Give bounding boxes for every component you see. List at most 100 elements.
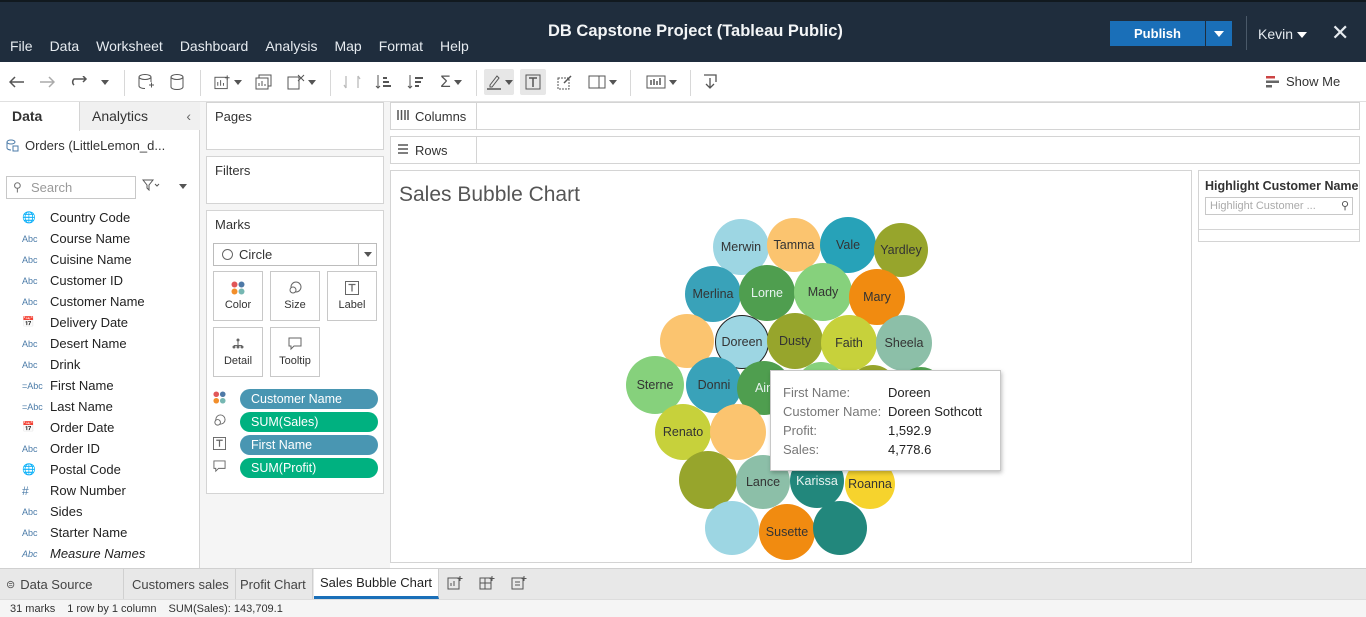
menu-help[interactable]: Help: [440, 38, 469, 54]
bubble-mark[interactable]: Dusty: [767, 313, 823, 369]
rows-shelf[interactable]: Rows: [390, 136, 1360, 164]
menu-worksheet[interactable]: Worksheet: [96, 38, 163, 54]
columns-shelf[interactable]: Columns: [390, 102, 1360, 130]
menu-analysis[interactable]: Analysis: [265, 38, 317, 54]
fit-icon[interactable]: [586, 71, 618, 93]
data-source-tab[interactable]: ⊜ Data Source: [0, 569, 124, 599]
label-button[interactable]: Label: [327, 271, 377, 321]
field-item[interactable]: Abc Course Name: [0, 228, 199, 249]
tab-analytics[interactable]: Analytics: [80, 102, 200, 130]
bubble-mark[interactable]: Mady: [794, 263, 852, 321]
tab-data[interactable]: Data: [0, 102, 80, 131]
pill-first-name[interactable]: First Name: [240, 435, 378, 455]
field-name: Delivery Date: [50, 315, 129, 330]
menu-format[interactable]: Format: [379, 38, 423, 54]
clear-sheet-icon[interactable]: [286, 71, 316, 93]
field-item[interactable]: # Row Number: [0, 480, 199, 501]
tab-profit-chart[interactable]: Profit Chart: [234, 569, 313, 599]
tab-customers-sales[interactable]: Customers sales: [126, 569, 236, 599]
mark-type-select[interactable]: Circle: [213, 243, 377, 266]
bubble-label: Renato: [662, 425, 704, 439]
data-pane-tabs: Data Analytics ‹: [0, 102, 200, 131]
tab-sales-bubble-chart[interactable]: Sales Bubble Chart: [314, 569, 440, 599]
replay-icon[interactable]: [68, 71, 112, 93]
field-item[interactable]: Abc Customer ID: [0, 270, 199, 291]
user-menu[interactable]: Kevin: [1258, 26, 1308, 42]
bubble-mark[interactable]: Sheela: [876, 315, 932, 371]
redo-icon[interactable]: [38, 71, 56, 93]
detail-button[interactable]: Detail: [213, 327, 263, 377]
menu-map[interactable]: Map: [334, 38, 361, 54]
swap-icon[interactable]: [342, 71, 362, 93]
marks-card: Marks Circle Color Size Label Detail Too…: [206, 210, 384, 494]
pages-card[interactable]: Pages: [206, 102, 384, 150]
bubble-mark[interactable]: Merlina: [685, 266, 741, 322]
size-button[interactable]: Size: [270, 271, 320, 321]
bubble-mark[interactable]: [710, 404, 766, 460]
totals-icon[interactable]: Σ: [438, 71, 464, 93]
show-mark-labels-icon[interactable]: [520, 69, 546, 95]
field-item[interactable]: =Abc First Name: [0, 375, 199, 396]
marks-title: Marks: [215, 217, 251, 232]
highlight-input[interactable]: Highlight Customer ... ⚲: [1205, 197, 1353, 215]
undo-icon[interactable]: [8, 71, 26, 93]
bubble-mark[interactable]: [705, 501, 759, 555]
sort-descending-icon[interactable]: [406, 71, 426, 93]
new-dashboard-icon[interactable]: [479, 575, 495, 594]
field-name: Desert Name: [50, 336, 127, 351]
pill-sum-sales[interactable]: SUM(Sales): [240, 412, 378, 432]
menu-file[interactable]: File: [10, 38, 33, 54]
new-story-icon[interactable]: [511, 575, 527, 594]
close-icon[interactable]: ✕: [1331, 20, 1349, 46]
new-worksheet-icon[interactable]: [447, 575, 463, 594]
menu-data[interactable]: Data: [50, 38, 80, 54]
highlight-icon[interactable]: [484, 69, 514, 95]
field-item[interactable]: 🌐 Postal Code: [0, 459, 199, 480]
tooltip-row: Profit: 1,592.9: [783, 423, 1000, 442]
field-item[interactable]: Abc Starter Name: [0, 522, 199, 543]
pause-updates-icon[interactable]: [168, 71, 188, 93]
collapse-pane-icon[interactable]: ‹: [186, 108, 191, 124]
bubble-mark[interactable]: [813, 501, 867, 555]
field-item[interactable]: 📅 Delivery Date: [0, 312, 199, 333]
presentation-mode-icon[interactable]: [644, 71, 678, 93]
database-icon: ⊜: [6, 578, 16, 591]
field-item[interactable]: Abc Sides: [0, 501, 199, 522]
publish-dropdown[interactable]: [1206, 21, 1232, 46]
color-button[interactable]: Color: [213, 271, 263, 321]
new-worksheet-icon[interactable]: [214, 71, 242, 93]
field-item[interactable]: Abc Measure Names: [0, 543, 199, 564]
tooltip-row: First Name: Doreen: [783, 385, 1000, 404]
pill-customer-name[interactable]: Customer Name: [240, 389, 378, 409]
menu-bar: File Data Worksheet Dashboard Analysis M…: [10, 38, 486, 54]
field-search-input[interactable]: ⚲ Search: [6, 176, 136, 199]
field-item[interactable]: 🌐 Country Code: [0, 207, 199, 228]
show-me-button[interactable]: Show Me: [1266, 74, 1340, 89]
menu-dashboard[interactable]: Dashboard: [180, 38, 249, 54]
field-name: Order ID: [50, 441, 100, 456]
share-icon[interactable]: [700, 71, 720, 93]
field-item[interactable]: Abc Customer Name: [0, 291, 199, 312]
filters-card[interactable]: Filters: [206, 156, 384, 204]
filter-icon[interactable]: [141, 179, 160, 194]
field-item[interactable]: 📅 Order Date: [0, 417, 199, 438]
duplicate-sheet-icon[interactable]: [254, 71, 274, 93]
format-workbook-icon[interactable]: [554, 71, 576, 93]
data-source-item[interactable]: Orders (LittleLemon_d...: [6, 138, 165, 153]
view-options-dropdown[interactable]: [179, 184, 187, 189]
bubble-mark[interactable]: Susette: [759, 504, 815, 560]
tooltip-button[interactable]: Tooltip: [270, 327, 320, 377]
publish-button[interactable]: Publish: [1110, 21, 1205, 46]
field-item[interactable]: Abc Cuisine Name: [0, 249, 199, 270]
new-data-source-icon[interactable]: [136, 71, 156, 93]
field-item[interactable]: Abc Order ID: [0, 438, 199, 459]
bubble-mark[interactable]: Lorne: [739, 265, 795, 321]
pill-sum-profit[interactable]: SUM(Profit): [240, 458, 378, 478]
field-item[interactable]: =Abc Last Name: [0, 396, 199, 417]
field-item[interactable]: Abc Desert Name: [0, 333, 199, 354]
bubble-label: Lorne: [751, 286, 783, 300]
sort-ascending-icon[interactable]: [374, 71, 394, 93]
field-item[interactable]: Abc Drink: [0, 354, 199, 375]
field-name: Customer Name: [50, 294, 145, 309]
bubble-label: Merlina: [692, 287, 734, 301]
